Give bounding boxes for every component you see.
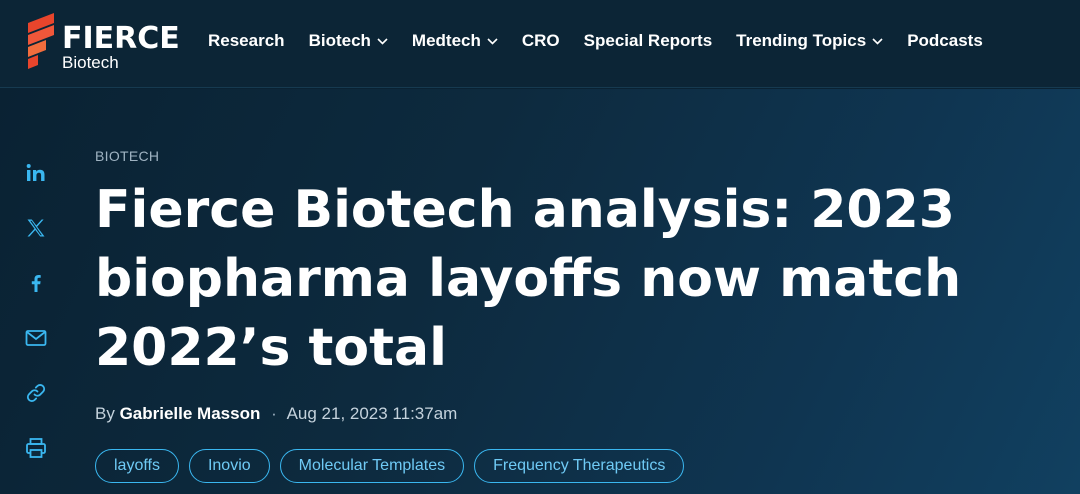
tag-layoffs[interactable]: layoffs — [95, 449, 179, 483]
nav-item-medtech[interactable]: Medtech — [412, 31, 498, 51]
nav-item-label: Research — [208, 31, 285, 50]
fierce-logo-mark-icon — [28, 13, 54, 69]
logo-wordmark: FIERCE — [62, 21, 180, 56]
x-icon — [27, 219, 45, 237]
email-icon — [25, 330, 47, 346]
nav-item-label: Special Reports — [583, 31, 713, 50]
facebook-icon — [31, 275, 41, 292]
chevron-down-icon — [487, 37, 498, 45]
headline-line: biopharma layoffs now match — [95, 249, 962, 309]
article-tags: layoffs Inovio Molecular Templates Frequ… — [95, 449, 694, 483]
share-linkedin-button[interactable] — [20, 157, 52, 189]
share-email-button[interactable] — [20, 322, 52, 354]
publish-date: Aug 21, 2023 11:37am — [286, 404, 458, 423]
byline-separator: · — [271, 404, 277, 423]
share-facebook-button[interactable] — [20, 267, 52, 299]
nav-item-cro[interactable]: CRO — [522, 31, 560, 51]
headline-line: Fierce Biotech analysis: 2023 — [95, 180, 955, 240]
nav-item-podcasts[interactable]: Podcasts — [907, 31, 983, 51]
article-category[interactable]: BIOTECH — [95, 147, 159, 165]
site-header: FIERCE Biotech Research Biotech Medtech … — [0, 0, 1080, 88]
logo-subtitle: Biotech — [62, 53, 119, 72]
tag-molecular-templates[interactable]: Molecular Templates — [279, 449, 465, 483]
nav-item-special-reports[interactable]: Special Reports — [584, 31, 713, 51]
nav-item-label: Biotech — [308, 31, 371, 50]
tag-frequency-therapeutics[interactable]: Frequency Therapeutics — [474, 449, 685, 483]
linkedin-icon — [26, 164, 45, 181]
nav-item-label: CRO — [521, 31, 560, 50]
article-byline: By Gabrielle Masson · Aug 21, 2023 11:37… — [95, 403, 457, 425]
nav-item-trending-topics[interactable]: Trending Topics — [736, 31, 883, 51]
nav-item-research[interactable]: Research — [208, 31, 285, 51]
author-link[interactable]: Gabrielle Masson — [120, 404, 261, 423]
nav-item-label: Trending Topics — [736, 31, 867, 50]
nav-item-label: Medtech — [411, 31, 481, 50]
copy-link-button[interactable] — [20, 377, 52, 409]
article-headline: Fierce Biotech analysis: 2023 biopharma … — [95, 176, 995, 383]
chevron-down-icon — [377, 37, 388, 45]
nav-item-biotech[interactable]: Biotech — [309, 31, 388, 51]
tag-inovio[interactable]: Inovio — [188, 449, 270, 483]
chevron-down-icon — [872, 37, 883, 45]
print-icon — [26, 438, 46, 458]
nav-item-label: Podcasts — [907, 31, 983, 50]
headline-line: 2022’s total — [95, 318, 447, 378]
link-icon — [26, 384, 46, 402]
share-x-button[interactable] — [20, 212, 52, 244]
byline-prefix: By — [95, 404, 115, 423]
print-button[interactable] — [20, 432, 52, 464]
main-nav: Research Biotech Medtech CRO Special Rep… — [208, 30, 1007, 52]
fierce-biotech-logo[interactable]: FIERCE Biotech — [24, 13, 184, 73]
